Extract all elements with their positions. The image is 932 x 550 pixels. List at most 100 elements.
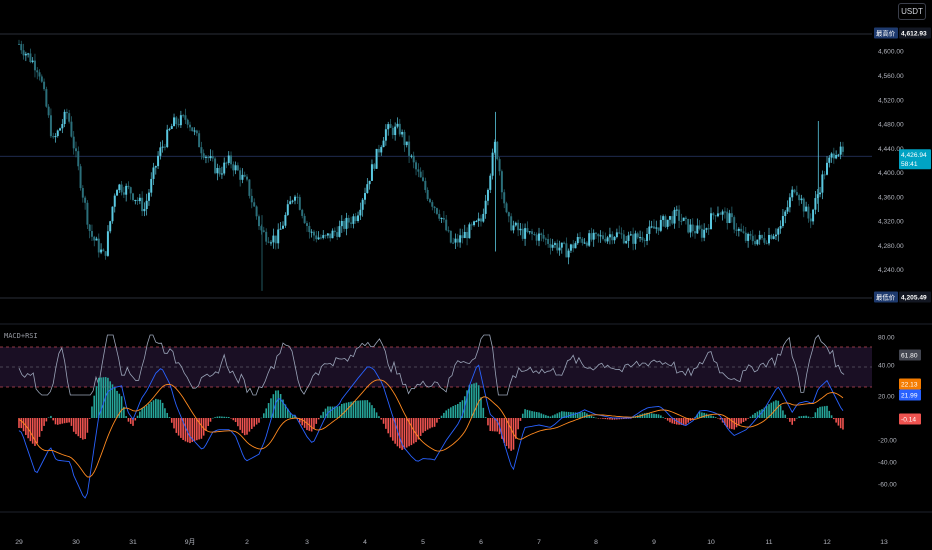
- candle: [366, 178, 369, 194]
- candle-body: [36, 70, 39, 73]
- candle-body: [480, 218, 482, 222]
- candle: [657, 227, 660, 235]
- histogram-bar: [447, 408, 450, 418]
- candle: [524, 223, 527, 246]
- candle-body: [691, 224, 694, 232]
- histogram-bar: [761, 409, 763, 418]
- candle-body: [182, 115, 185, 117]
- candle-body: [279, 228, 282, 230]
- histogram-bar: [263, 413, 265, 418]
- histogram-bar: [88, 418, 91, 419]
- histogram-bar: [72, 418, 75, 432]
- candle-body: [243, 174, 246, 177]
- candle-body: [648, 226, 651, 234]
- indicator-tick: 20.00: [878, 394, 895, 401]
- candle-body: [40, 76, 43, 82]
- candle: [357, 211, 360, 223]
- candle: [97, 233, 100, 258]
- candle-body: [104, 251, 107, 256]
- candle-body: [410, 155, 413, 157]
- candle-body: [823, 174, 826, 176]
- candle: [138, 193, 141, 205]
- candle: [40, 74, 43, 83]
- histogram-bar: [814, 412, 817, 418]
- candle: [648, 220, 651, 241]
- candle: [81, 185, 84, 203]
- price-tick: 4,600.00: [878, 49, 904, 56]
- histogram-bar: [803, 415, 805, 418]
- candle: [270, 240, 272, 246]
- candle-body: [592, 232, 595, 240]
- candle-body: [657, 227, 660, 231]
- time-tick: 8: [594, 539, 598, 546]
- candle: [84, 195, 87, 210]
- candle: [754, 234, 757, 246]
- histogram-bar: [542, 414, 545, 418]
- currency-button[interactable]: USDT: [898, 3, 926, 20]
- histogram-bar: [535, 412, 538, 418]
- price-chart[interactable]: 4,600.004,560.004,520.004,480.004,440.00…: [0, 0, 932, 550]
- candle: [510, 213, 513, 232]
- candle: [361, 197, 364, 217]
- candle: [102, 248, 105, 252]
- candle-body: [207, 156, 210, 159]
- candle: [812, 208, 815, 225]
- candle-body: [533, 234, 536, 236]
- histogram-bar: [168, 417, 171, 418]
- candle: [152, 162, 155, 185]
- histogram-bar: [207, 418, 210, 426]
- candle: [200, 141, 203, 160]
- histogram-bar: [503, 418, 505, 444]
- candle: [531, 228, 534, 241]
- candle-body: [519, 228, 522, 231]
- candle: [33, 53, 36, 78]
- candle: [449, 230, 452, 244]
- indicator-tick: -60.00: [878, 482, 897, 489]
- candle-body: [620, 233, 623, 235]
- candle-body: [227, 155, 230, 163]
- candle: [823, 171, 826, 180]
- candle: [463, 224, 466, 239]
- histogram-bar: [475, 382, 478, 418]
- candle-body: [622, 234, 625, 244]
- candle: [620, 227, 623, 239]
- candle: [274, 235, 277, 250]
- candle: [267, 237, 270, 244]
- last-price-value: 4,426.94: [901, 152, 927, 159]
- candle-body: [445, 219, 448, 231]
- histogram-bar: [371, 405, 373, 418]
- candle-body: [150, 178, 153, 193]
- histogram-bar: [770, 402, 773, 418]
- candle-body: [77, 151, 80, 167]
- histogram-bar: [378, 416, 380, 418]
- candle: [415, 160, 418, 176]
- candle-body: [563, 242, 566, 244]
- candle: [296, 192, 299, 205]
- histogram-bar: [800, 416, 803, 418]
- candle: [391, 125, 394, 139]
- candle: [241, 168, 244, 184]
- candle-body: [111, 206, 114, 222]
- histogram-bar: [538, 412, 540, 418]
- candle: [585, 241, 588, 248]
- candle-body: [524, 228, 527, 239]
- candle-body: [664, 216, 667, 227]
- candle-body: [723, 211, 726, 213]
- candle-body: [214, 158, 217, 174]
- histogram-bar: [170, 418, 173, 423]
- candle-body: [431, 202, 434, 207]
- candle-body: [653, 226, 655, 229]
- candle: [61, 119, 64, 134]
- histogram-bar: [227, 417, 230, 418]
- histogram-bar: [150, 401, 153, 418]
- candle-body: [716, 213, 719, 217]
- candle: [255, 205, 258, 220]
- candle: [770, 233, 773, 240]
- candle-body: [405, 141, 408, 146]
- candle: [680, 213, 683, 226]
- candle-body: [86, 202, 89, 225]
- candle: [161, 140, 164, 153]
- histogram-bar: [751, 414, 754, 418]
- candle: [482, 208, 485, 223]
- candle: [90, 224, 93, 242]
